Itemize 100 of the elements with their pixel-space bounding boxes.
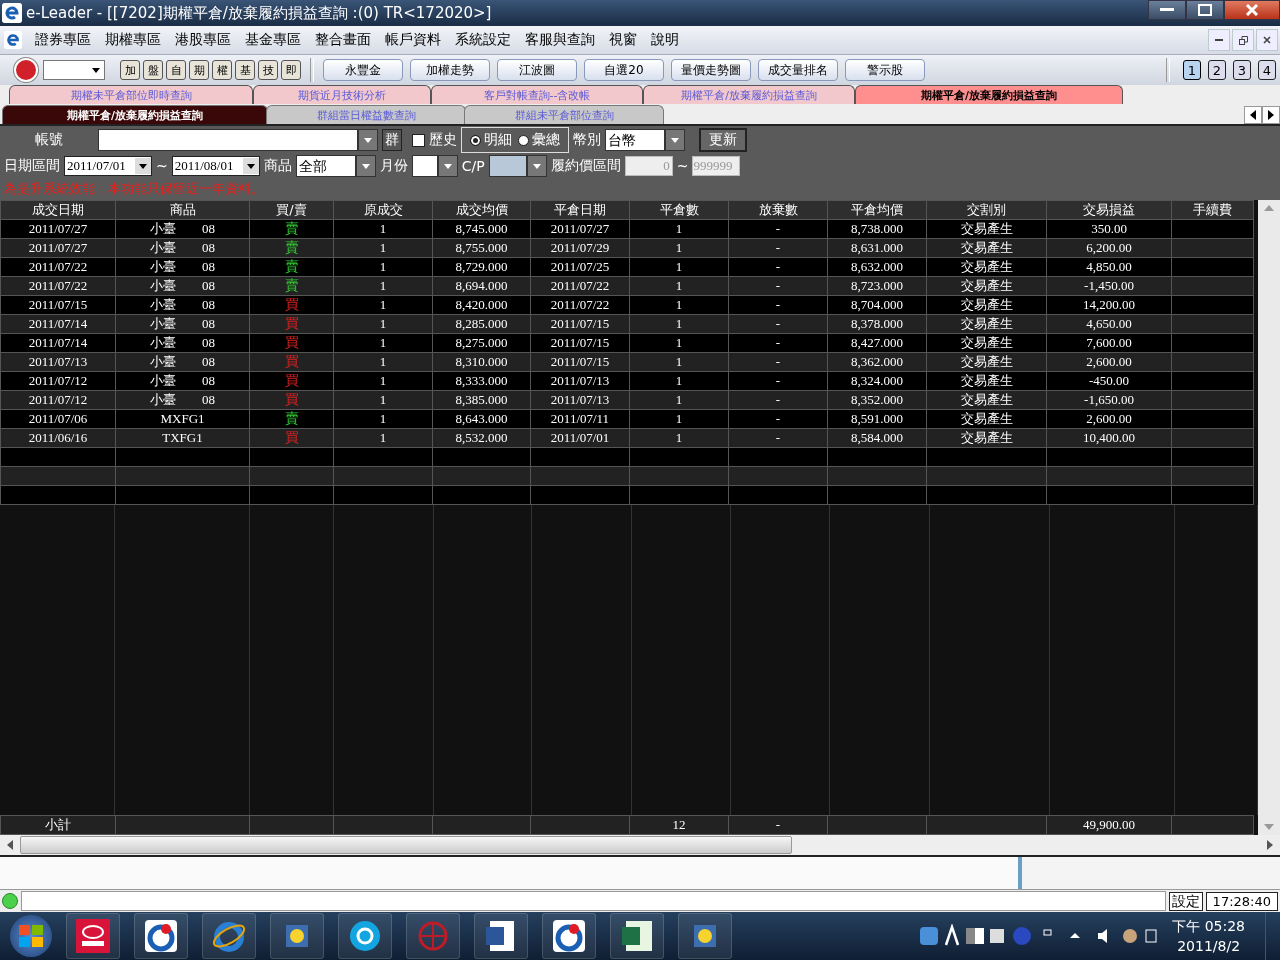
taskbar-app-icon[interactable]: [134, 913, 188, 959]
dropdown-button[interactable]: [665, 129, 685, 151]
radio-button[interactable]: [470, 134, 481, 146]
column-header[interactable]: 買/賣: [249, 200, 334, 220]
currency-select[interactable]: 台幣: [605, 129, 665, 151]
side-label: 賣: [284, 239, 299, 255]
page-button[interactable]: 4: [1258, 60, 1276, 80]
toolbar-button[interactable]: 盤: [143, 60, 163, 80]
quick-button[interactable]: 江波圖: [497, 59, 577, 81]
dropdown-button[interactable]: [355, 155, 376, 177]
notice-text: 為提升系統效能，本功能只保留近一年資料。: [4, 180, 264, 198]
tab[interactable]: 期權平倉/放棄履約損益查詢: [2, 105, 268, 124]
toolbar-button[interactable]: 權: [212, 60, 232, 80]
side-label: 買: [284, 353, 299, 369]
tab[interactable]: 期貨近月技術分析: [253, 85, 431, 104]
toolbar-button[interactable]: 加: [120, 60, 140, 80]
field-label: 幣別: [573, 131, 601, 149]
side-label: 賣: [284, 258, 299, 274]
tab[interactable]: 期權未平倉部位即時查詢: [9, 85, 253, 104]
date-field[interactable]: 2011/07/01: [64, 156, 152, 176]
tab[interactable]: 期權平倉/放棄履約損益查詢: [643, 85, 855, 104]
dropdown-button[interactable]: [526, 155, 547, 177]
left-arrow-icon[interactable]: [7, 840, 13, 850]
column-header[interactable]: 商品: [115, 200, 250, 220]
chat-app-icon[interactable]: [338, 913, 392, 959]
right-arrow-icon[interactable]: [1267, 840, 1273, 850]
taskbar-app-icon[interactable]: [542, 913, 596, 959]
taskbar-app-icon[interactable]: [678, 913, 732, 959]
column-header[interactable]: 交割別: [926, 200, 1047, 220]
column-header[interactable]: 手續費: [1171, 200, 1254, 220]
status-time: 17:28:40: [1205, 891, 1278, 911]
month-select[interactable]: [411, 155, 438, 177]
account-field[interactable]: [98, 129, 358, 151]
quick-button[interactable]: 成交量排名: [758, 59, 838, 81]
date-field[interactable]: 2011/08/01: [171, 156, 260, 176]
menu-item[interactable]: 客服與查詢: [518, 31, 602, 49]
taskbar-app-icon[interactable]: [270, 913, 324, 959]
refresh-button[interactable]: 更新: [699, 128, 747, 152]
radio-label: 明細: [484, 131, 512, 149]
toolbar-button[interactable]: 即: [281, 60, 301, 80]
symbol-combo[interactable]: [43, 60, 105, 80]
group-button[interactable]: 群: [382, 129, 402, 151]
maximize-button[interactable]: [1186, 0, 1224, 20]
scroll-left-button[interactable]: [1244, 106, 1262, 124]
column-header[interactable]: 原成交: [333, 200, 433, 220]
menu-item[interactable]: 基金專區: [238, 31, 308, 49]
document-app-icon[interactable]: [474, 913, 528, 959]
field-label: C/P: [461, 158, 485, 174]
menu-item[interactable]: 期權專區: [98, 31, 168, 49]
minimize-button[interactable]: [1148, 0, 1186, 20]
menu-item[interactable]: 視窗: [602, 31, 644, 49]
spreadsheet-app-icon[interactable]: [610, 913, 664, 959]
toolbar-button[interactable]: 技: [258, 60, 278, 80]
dropdown-button[interactable]: [358, 129, 378, 151]
history-checkbox[interactable]: [412, 133, 425, 147]
settings-button[interactable]: 設定: [1168, 891, 1203, 911]
horizontal-scrollbar[interactable]: [0, 835, 1280, 857]
menu-item[interactable]: 港股專區: [168, 31, 238, 49]
menu-item[interactable]: 證券專區: [28, 31, 98, 49]
windows-logo-icon: [17, 922, 45, 950]
field-label: 日期區間: [4, 157, 60, 175]
dropdown-arrow-icon[interactable]: [92, 67, 100, 73]
page-button[interactable]: 2: [1208, 60, 1226, 80]
page-button[interactable]: 1: [1183, 60, 1201, 80]
scrollbar-thumb[interactable]: [20, 836, 792, 854]
toolbar-button[interactable]: 基: [235, 60, 255, 80]
menu-item[interactable]: 系統設定: [448, 31, 518, 49]
restore-button[interactable]: [1232, 29, 1254, 51]
tab[interactable]: 期權平倉/放棄履約損益查詢: [855, 85, 1123, 104]
toolbar-button[interactable]: 自: [166, 60, 186, 80]
stop-sign-icon[interactable]: [14, 58, 38, 82]
column-header[interactable]: 平倉日期: [530, 200, 630, 220]
close-button[interactable]: [1224, 0, 1280, 20]
tab[interactable]: 客戶對帳查詢--含改帳: [431, 85, 643, 104]
dropdown-button[interactable]: [437, 155, 458, 177]
taskbar-app-icon[interactable]: [66, 913, 120, 959]
scroll-right-button[interactable]: [1262, 106, 1280, 124]
product-select[interactable]: 全部: [295, 155, 356, 177]
cp-select[interactable]: [488, 155, 527, 177]
menu-item[interactable]: 帳戶資料: [378, 31, 448, 49]
column-header[interactable]: 成交日期: [0, 200, 116, 220]
quick-button[interactable]: 警示股: [845, 59, 925, 81]
start-button[interactable]: [10, 915, 52, 957]
quick-button[interactable]: 加權走勢: [410, 59, 490, 81]
browser-icon[interactable]: [202, 913, 256, 959]
column-header[interactable]: 成交均價: [432, 200, 531, 220]
column-header[interactable]: 平倉均價: [827, 200, 927, 220]
radio-button[interactable]: [518, 134, 529, 146]
menu-item[interactable]: 說明: [644, 31, 686, 49]
column-header[interactable]: 平倉數: [629, 200, 729, 220]
dropdown-arrow-icon: [443, 163, 452, 169]
page-button[interactable]: 3: [1233, 60, 1251, 80]
quick-button[interactable]: 自選20: [584, 59, 664, 81]
quick-button[interactable]: 永豐金: [323, 59, 403, 81]
toolbar-button[interactable]: 期: [189, 60, 209, 80]
column-header[interactable]: 交易損益: [1046, 200, 1172, 220]
menu-item[interactable]: 整合畫面: [308, 31, 378, 49]
system-tray-icons[interactable]: [918, 924, 1159, 948]
column-header[interactable]: 放棄數: [728, 200, 828, 220]
quick-button[interactable]: 量價走勢圖: [671, 59, 751, 81]
